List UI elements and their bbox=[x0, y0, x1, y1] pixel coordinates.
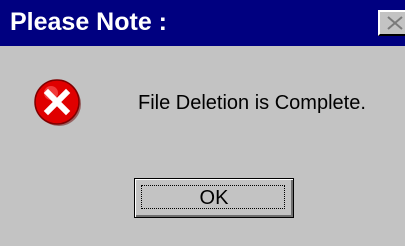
ok-button[interactable]: OK bbox=[134, 178, 294, 218]
ok-button-label: OK bbox=[199, 187, 229, 209]
close-button[interactable] bbox=[378, 10, 405, 36]
message-dialog: Please Note : File Deletion is Complete.… bbox=[0, 0, 405, 246]
title-bar[interactable]: Please Note : bbox=[0, 0, 405, 46]
close-icon bbox=[387, 16, 403, 30]
dialog-title: Please Note : bbox=[10, 8, 168, 36]
error-icon bbox=[34, 79, 81, 126]
message-text: File Deletion is Complete. bbox=[138, 92, 366, 114]
